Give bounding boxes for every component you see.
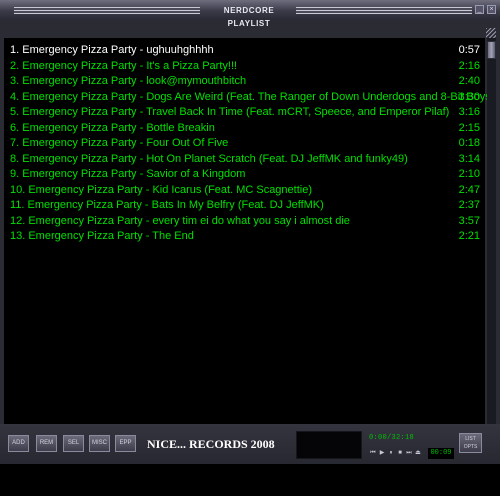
track-duration: 3:57 [458, 214, 480, 227]
resize-grip-icon[interactable] [486, 28, 496, 38]
track-duration: 2:16 [458, 59, 480, 72]
track-row[interactable]: 13. Emergency Pizza Party - The End 2:21 [10, 228, 480, 244]
track-title: 6. Emergency Pizza Party - Bottle Breaki… [10, 121, 215, 134]
track-duration: 2:40 [458, 75, 480, 87]
track-title: 5. Emergency Pizza Party - Travel Back I… [10, 106, 450, 118]
track-row[interactable]: 11. Emergency Pizza Party - Bats In My B… [10, 197, 480, 213]
track-row[interactable]: 7. Emergency Pizza Party - Four Out Of F… [10, 135, 480, 151]
close-button[interactable]: × [487, 5, 496, 14]
next-icon[interactable]: ⏭ [405, 449, 413, 458]
track-title: 10. Emergency Pizza Party - Kid Icarus (… [10, 183, 313, 196]
track-title: 8. Emergency Pizza Party - Hot On Planet… [10, 152, 408, 165]
misc-button[interactable]: MISC [89, 435, 110, 452]
track-title: 1. Emergency Pizza Party - ughuuhghhhh [10, 44, 214, 56]
track-row[interactable]: 2. Emergency Pizza Party - It's a Pizza … [10, 58, 480, 74]
track-duration: 0:57 [458, 44, 480, 56]
remove-button[interactable]: REM [36, 435, 57, 452]
track-row[interactable]: 9. Emergency Pizza Party - Savior of a K… [10, 166, 480, 182]
track-title: 12. Emergency Pizza Party - every tim ei… [10, 214, 350, 227]
title-bar[interactable]: NERDCORE PLAYLIST _ × [0, 0, 500, 28]
scrollbar-thumb[interactable] [487, 41, 496, 59]
track-row[interactable]: 1. Emergency Pizza Party - ughuuhghhhh 0:… [10, 42, 480, 58]
track-row[interactable]: 12. Emergency Pizza Party - every tim ei… [10, 213, 480, 229]
time-display: 0:00/32:18 [369, 434, 415, 442]
track-title: 2. Emergency Pizza Party - It's a Pizza … [10, 59, 238, 72]
window-title: NERDCORE PLAYLIST [223, 6, 275, 28]
add-button[interactable]: ADD [8, 435, 29, 452]
track-duration: 3:16 [458, 106, 480, 118]
track-duration: 2:47 [458, 183, 480, 196]
minimize-button[interactable]: _ [475, 5, 484, 14]
track-title: 13. Emergency Pizza Party - The End [10, 230, 194, 242]
track-duration: 3:14 [458, 152, 480, 165]
stop-icon[interactable]: ■ [396, 449, 404, 458]
track-title: 7. Emergency Pizza Party - Four Out Of F… [10, 137, 229, 149]
play-icon[interactable]: ▶ [378, 449, 386, 458]
epp-button[interactable]: EPP [115, 435, 136, 452]
playlist-bottom-bar: ADD REM SEL MISC EPP NICE... RECORDS 200… [0, 424, 500, 464]
track-title: 11. Emergency Pizza Party - Bats In My B… [10, 199, 324, 211]
playlist[interactable]: 1. Emergency Pizza Party - ughuuhghhhh 0:… [4, 38, 494, 424]
track-row[interactable]: 5. Emergency Pizza Party - Travel Back I… [10, 104, 480, 120]
title-stripes-right [296, 7, 472, 14]
playlist-scrollbar[interactable] [487, 38, 496, 424]
track-duration: 2:15 [458, 121, 480, 134]
track-row[interactable]: 3. Emergency Pizza Party - look@mymouthb… [10, 73, 480, 89]
track-row[interactable]: 4. Emergency Pizza Party - Dogs Are Weir… [10, 89, 494, 105]
track-title: 4. Emergency Pizza Party - Dogs Are Weir… [10, 90, 495, 103]
track-row[interactable]: 6. Emergency Pizza Party - Bottle Breaki… [10, 120, 480, 136]
mini-time-display: 00:09 [428, 448, 454, 459]
list-options-button[interactable]: LIST OPTS [459, 433, 482, 453]
eject-icon[interactable]: ⏏ [414, 449, 422, 458]
track-duration: 2:37 [458, 199, 480, 211]
window-bottom-frame [0, 464, 500, 496]
title-stripes-left [14, 7, 200, 14]
track-duration: 0:18 [458, 137, 480, 149]
list-options-label-bottom: OPTS [463, 444, 478, 450]
track-duration: 2:10 [458, 168, 480, 180]
track-title: 9. Emergency Pizza Party - Savior of a K… [10, 168, 246, 180]
pause-icon[interactable]: ⏸ [387, 449, 395, 458]
visualizer-box [296, 431, 362, 459]
track-row[interactable]: 10. Emergency Pizza Party - Kid Icarus (… [10, 182, 480, 198]
list-options-label-top: LIST [465, 436, 476, 442]
prev-icon[interactable]: ⏮ [369, 449, 377, 458]
playlist-window: NERDCORE PLAYLIST _ × 1. Emergency Pizza… [0, 0, 500, 496]
select-button[interactable]: SEL [63, 435, 84, 452]
track-title: 3. Emergency Pizza Party - look@mymouthb… [10, 75, 247, 87]
mini-transport-controls: ⏮ ▶ ⏸ ■ ⏭ ⏏ [369, 449, 425, 458]
brand-text: NICE... RECORDS 2008 [147, 437, 275, 451]
track-row[interactable]: 8. Emergency Pizza Party - Hot On Planet… [10, 151, 480, 167]
track-duration: 2:21 [458, 230, 480, 242]
track-duration: 3:30 [458, 90, 480, 103]
